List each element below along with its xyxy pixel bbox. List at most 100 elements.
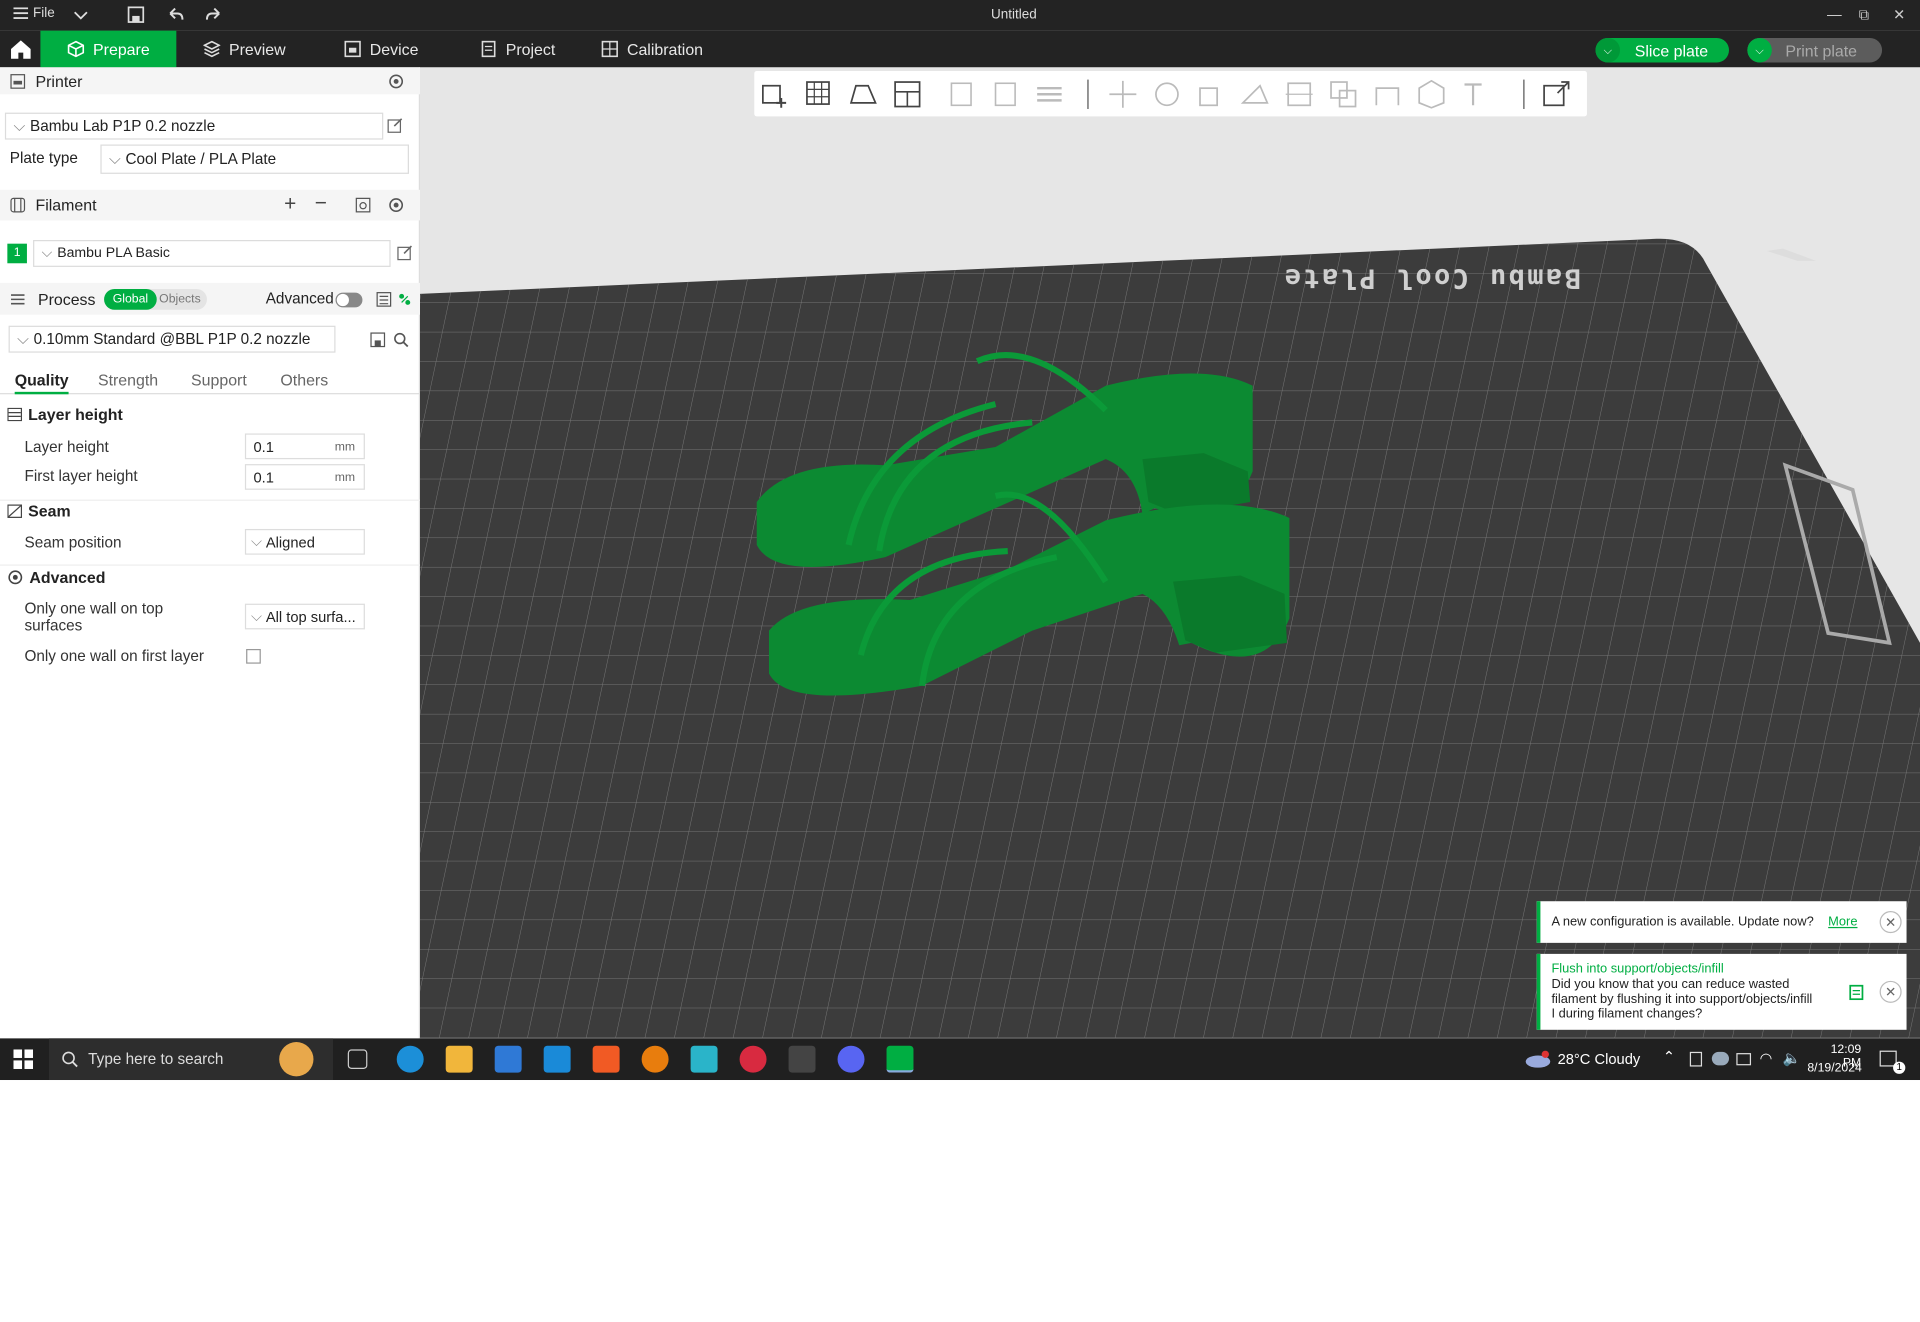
update-more-link[interactable]: More — [1828, 915, 1857, 930]
boolean-icon[interactable] — [1327, 78, 1359, 110]
wifi-icon[interactable]: ◠ — [1760, 1049, 1773, 1066]
seam-position-select[interactable]: ⌵ Aligned — [244, 528, 365, 555]
split-parts-icon[interactable] — [989, 78, 1021, 110]
tab-prepare[interactable]: Prepare — [40, 30, 177, 68]
assembly-view-icon[interactable] — [1540, 78, 1572, 110]
windows-start-icon[interactable] — [13, 1049, 34, 1069]
advanced-switch[interactable] — [335, 292, 363, 308]
filament-select[interactable]: ⌵ Bambu PLA Basic — [33, 240, 391, 267]
build-plate-scene[interactable]: Bambu Cool Plate — [420, 67, 1920, 1039]
move-icon[interactable] — [1107, 78, 1139, 110]
cad-app-icon[interactable] — [788, 1045, 816, 1073]
file-explorer-icon[interactable] — [445, 1045, 473, 1073]
split-objects-icon[interactable] — [945, 78, 977, 110]
document-icon — [481, 40, 496, 58]
search-icon[interactable] — [393, 332, 409, 348]
add-filament-button[interactable]: + — [284, 192, 296, 216]
scale-icon[interactable] — [1195, 78, 1227, 110]
tab-calibration[interactable]: Calibration — [601, 31, 703, 68]
mail-icon[interactable] — [543, 1045, 571, 1073]
onedrive-icon[interactable] — [1711, 1051, 1729, 1066]
unit-label: mm — [334, 440, 356, 455]
tab-device[interactable]: Device — [344, 31, 418, 68]
cut-icon[interactable] — [1283, 78, 1315, 110]
close-icon[interactable]: ✕ — [1879, 980, 1902, 1003]
lay-on-face-icon[interactable] — [1239, 78, 1271, 110]
rotate-icon[interactable] — [1151, 78, 1183, 110]
list-icon[interactable] — [376, 291, 392, 307]
tab-project[interactable]: Project — [480, 31, 555, 68]
toggle-objects[interactable]: Objects — [159, 289, 201, 310]
edit-icon[interactable] — [397, 245, 413, 261]
chevron-down-icon: ⌵ — [13, 116, 26, 135]
close-icon[interactable]: ✕ — [1893, 6, 1905, 23]
remove-filament-button[interactable]: − — [315, 191, 327, 215]
filament-slot-badge[interactable]: 1 — [7, 243, 27, 264]
microsoft-store-icon[interactable] — [494, 1045, 522, 1073]
weather-text[interactable]: 28°C Cloudy — [1558, 1051, 1641, 1068]
process-preset-select[interactable]: ⌵ 0.10mm Standard @BBL P1P 0.2 nozzle — [8, 325, 336, 353]
tab-preview[interactable]: Preview — [203, 31, 286, 68]
support-paint-icon[interactable] — [1371, 78, 1403, 110]
tab-support[interactable]: Support — [191, 371, 247, 389]
plate-type-select[interactable]: ⌵ Cool Plate / PLA Plate — [100, 144, 409, 174]
taskbar-search-placeholder: Type here to search — [88, 1050, 224, 1068]
blender-icon[interactable] — [641, 1045, 669, 1073]
tab-others[interactable]: Others — [280, 371, 328, 389]
battery-icon[interactable] — [1736, 1053, 1752, 1066]
global-objects-toggle[interactable]: Global Objects — [104, 288, 207, 310]
restore-icon[interactable]: ⧉ — [1859, 6, 1870, 24]
task-view-icon[interactable] — [347, 1049, 368, 1069]
save-icon[interactable] — [370, 332, 386, 348]
one-wall-first-layer-checkbox[interactable] — [246, 648, 261, 664]
sync-icon[interactable] — [355, 197, 371, 213]
clipboard-icon[interactable] — [1849, 983, 1864, 1001]
bambu-studio-icon[interactable] — [886, 1045, 914, 1073]
tab-preview-label: Preview — [228, 39, 286, 59]
toggle-global[interactable]: Global — [104, 288, 157, 310]
printer-section-header: Printer — [0, 67, 421, 95]
home-icon[interactable] — [10, 39, 32, 60]
arrange-icon[interactable] — [891, 78, 923, 110]
auto-orient-icon[interactable] — [847, 78, 879, 110]
add-plate-icon[interactable] — [803, 78, 835, 110]
minimize-icon[interactable]: — — [1827, 6, 1842, 23]
process-section-header: Process Global Objects Advanced — [0, 282, 421, 315]
edit-icon[interactable] — [387, 118, 403, 134]
chevron-down-icon[interactable]: ⌵ — [1595, 37, 1621, 63]
brave-icon[interactable] — [592, 1045, 620, 1073]
variable-layer-icon[interactable] — [1033, 78, 1065, 110]
add-object-icon[interactable] — [759, 78, 791, 110]
clock-date[interactable]: 8/19/2024 — [1807, 1062, 1861, 1075]
slice-plate-button[interactable]: ⌵ Slice plate — [1595, 37, 1729, 63]
volume-icon[interactable]: 🔈 — [1783, 1049, 1801, 1066]
tab-quality[interactable]: Quality — [14, 371, 69, 395]
discord-icon[interactable] — [837, 1045, 865, 1073]
edge-browser-icon[interactable] — [396, 1045, 424, 1073]
red-app-icon[interactable] — [739, 1045, 767, 1073]
3d-viewport[interactable]: Bambu Cool Plate — [420, 67, 1920, 1039]
layer-height-input[interactable]: 0.1 mm — [244, 433, 365, 460]
title-bar: File Untitled — ⧉ ✕ — [0, 0, 1920, 31]
gear-icon[interactable] — [388, 197, 404, 213]
layer-height-group: Layer height — [7, 405, 123, 424]
tab-strength[interactable]: Strength — [98, 371, 158, 389]
seam-paint-icon[interactable] — [1416, 78, 1448, 110]
seam-icon — [7, 504, 23, 518]
tip-title[interactable]: Flush into support/objects/infill — [1551, 961, 1723, 976]
gear-icon[interactable] — [388, 73, 404, 89]
printer-icon — [10, 74, 26, 89]
settings-sidebar: Printer ⌵ Bambu Lab P1P 0.2 nozzle Plate… — [0, 67, 421, 1039]
text-icon[interactable] — [1460, 78, 1492, 110]
one-wall-top-select[interactable]: ⌵ All top surfa... — [244, 603, 365, 630]
close-icon[interactable]: ✕ — [1879, 911, 1902, 934]
chevron-down-icon[interactable]: ⌵ — [1747, 37, 1772, 63]
taskbar-search-box[interactable]: Type here to search — [48, 1038, 334, 1081]
tray-app-icon[interactable] — [1689, 1051, 1703, 1067]
m-app-icon[interactable] — [690, 1045, 718, 1073]
first-layer-height-input[interactable]: 0.1 mm — [244, 464, 365, 490]
chevron-up-icon[interactable]: ⌃ — [1663, 1048, 1675, 1065]
compare-icon[interactable] — [397, 291, 413, 307]
print-plate-button[interactable]: ⌵ Print plate — [1747, 37, 1883, 63]
printer-select[interactable]: ⌵ Bambu Lab P1P 0.2 nozzle — [4, 112, 384, 140]
